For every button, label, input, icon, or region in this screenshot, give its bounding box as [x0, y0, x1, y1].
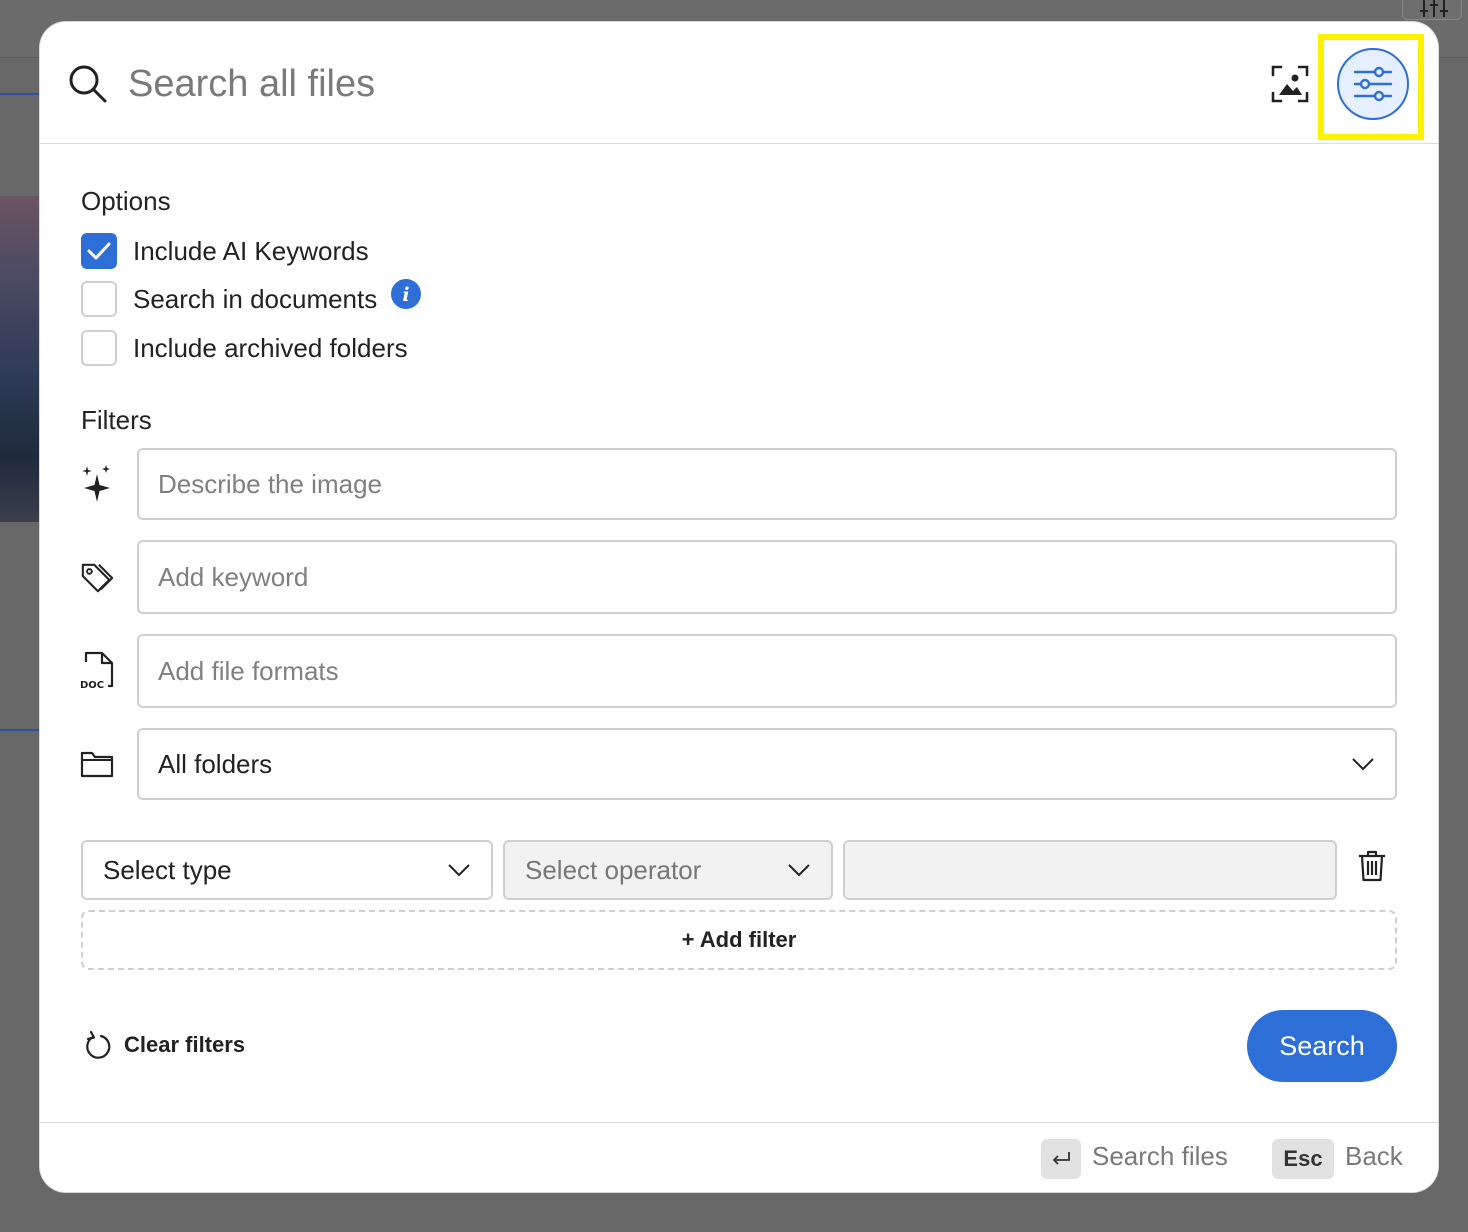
- image-search-icon: [1271, 65, 1309, 103]
- option-include-ai-keywords[interactable]: Include AI Keywords: [81, 232, 369, 270]
- esc-key-badge: Esc: [1272, 1139, 1334, 1179]
- checkmark-icon: [87, 242, 111, 260]
- search-input[interactable]: [128, 52, 1228, 116]
- condition-type-select[interactable]: Select type: [81, 840, 493, 900]
- option-label: Search in documents: [133, 283, 378, 314]
- folder-select-value: All folders: [158, 748, 273, 779]
- condition-type-label: Select type: [103, 854, 232, 885]
- keyword-field[interactable]: [137, 540, 1397, 614]
- sparkles-icon: [80, 464, 114, 504]
- describe-image-field[interactable]: [137, 448, 1397, 520]
- ai-keywords-checkbox[interactable]: [81, 233, 117, 269]
- chevron-down-icon: [788, 864, 810, 877]
- sliders-icon: [1353, 66, 1393, 102]
- option-label: Include archived folders: [133, 332, 408, 363]
- search-button[interactable]: Search: [1247, 1010, 1397, 1082]
- add-filter-button[interactable]: + Add filter: [81, 910, 1397, 970]
- doc-icon-text: DOC: [80, 680, 104, 690]
- option-label: Include AI Keywords: [133, 235, 369, 266]
- enter-key-icon: [1052, 1152, 1070, 1165]
- search-header: [40, 22, 1438, 144]
- options-title: Options: [81, 186, 171, 216]
- footer-search-files-label: Search files: [1092, 1141, 1228, 1171]
- background-filter-button: [1402, 0, 1462, 20]
- describe-image-input[interactable]: [158, 468, 1395, 500]
- background-accent-line: [0, 93, 40, 95]
- svg-text:i: i: [403, 284, 410, 306]
- condition-operator-select[interactable]: Select operator: [503, 840, 833, 900]
- chevron-down-icon: [1352, 758, 1374, 771]
- background-thumbnail: [0, 196, 40, 522]
- clear-filters-button[interactable]: Clear filters: [84, 1028, 245, 1062]
- tag-icon: [80, 558, 114, 598]
- search-documents-checkbox[interactable]: [81, 281, 117, 317]
- image-search-button[interactable]: [1268, 62, 1312, 106]
- search-icon: [69, 65, 107, 103]
- trash-icon: [1359, 850, 1385, 882]
- file-formats-field[interactable]: [137, 634, 1397, 708]
- footer-shortcuts: Search files Esc Back: [40, 1122, 1438, 1192]
- reset-icon: [86, 1030, 111, 1059]
- folder-icon: [80, 744, 114, 784]
- option-include-archived-folders[interactable]: Include archived folders: [81, 329, 408, 367]
- option-search-in-documents[interactable]: Search in documents i: [81, 279, 422, 318]
- enter-key-badge: [1041, 1139, 1081, 1179]
- filters-title: Filters: [81, 405, 152, 435]
- background-accent-line: [0, 729, 40, 731]
- chevron-down-icon: [448, 864, 470, 877]
- keyword-input[interactable]: [158, 561, 1395, 593]
- archived-folders-checkbox[interactable]: [81, 330, 117, 366]
- filters-toggle-button[interactable]: [1337, 48, 1409, 120]
- condition-value-input[interactable]: [843, 840, 1337, 900]
- file-formats-input[interactable]: [158, 655, 1395, 687]
- background-sliders-icon: [1420, 0, 1448, 17]
- folder-select[interactable]: All folders: [137, 728, 1397, 800]
- delete-condition-button[interactable]: [1354, 846, 1390, 886]
- clear-filters-label: Clear filters: [124, 1032, 246, 1057]
- search-modal: Options Include AI Keywords Search in do…: [40, 22, 1438, 1192]
- document-format-icon: DOC: [80, 650, 114, 690]
- condition-operator-label: Select operator: [525, 854, 702, 885]
- info-icon[interactable]: i: [391, 279, 422, 309]
- footer-back-label: Back: [1345, 1141, 1403, 1171]
